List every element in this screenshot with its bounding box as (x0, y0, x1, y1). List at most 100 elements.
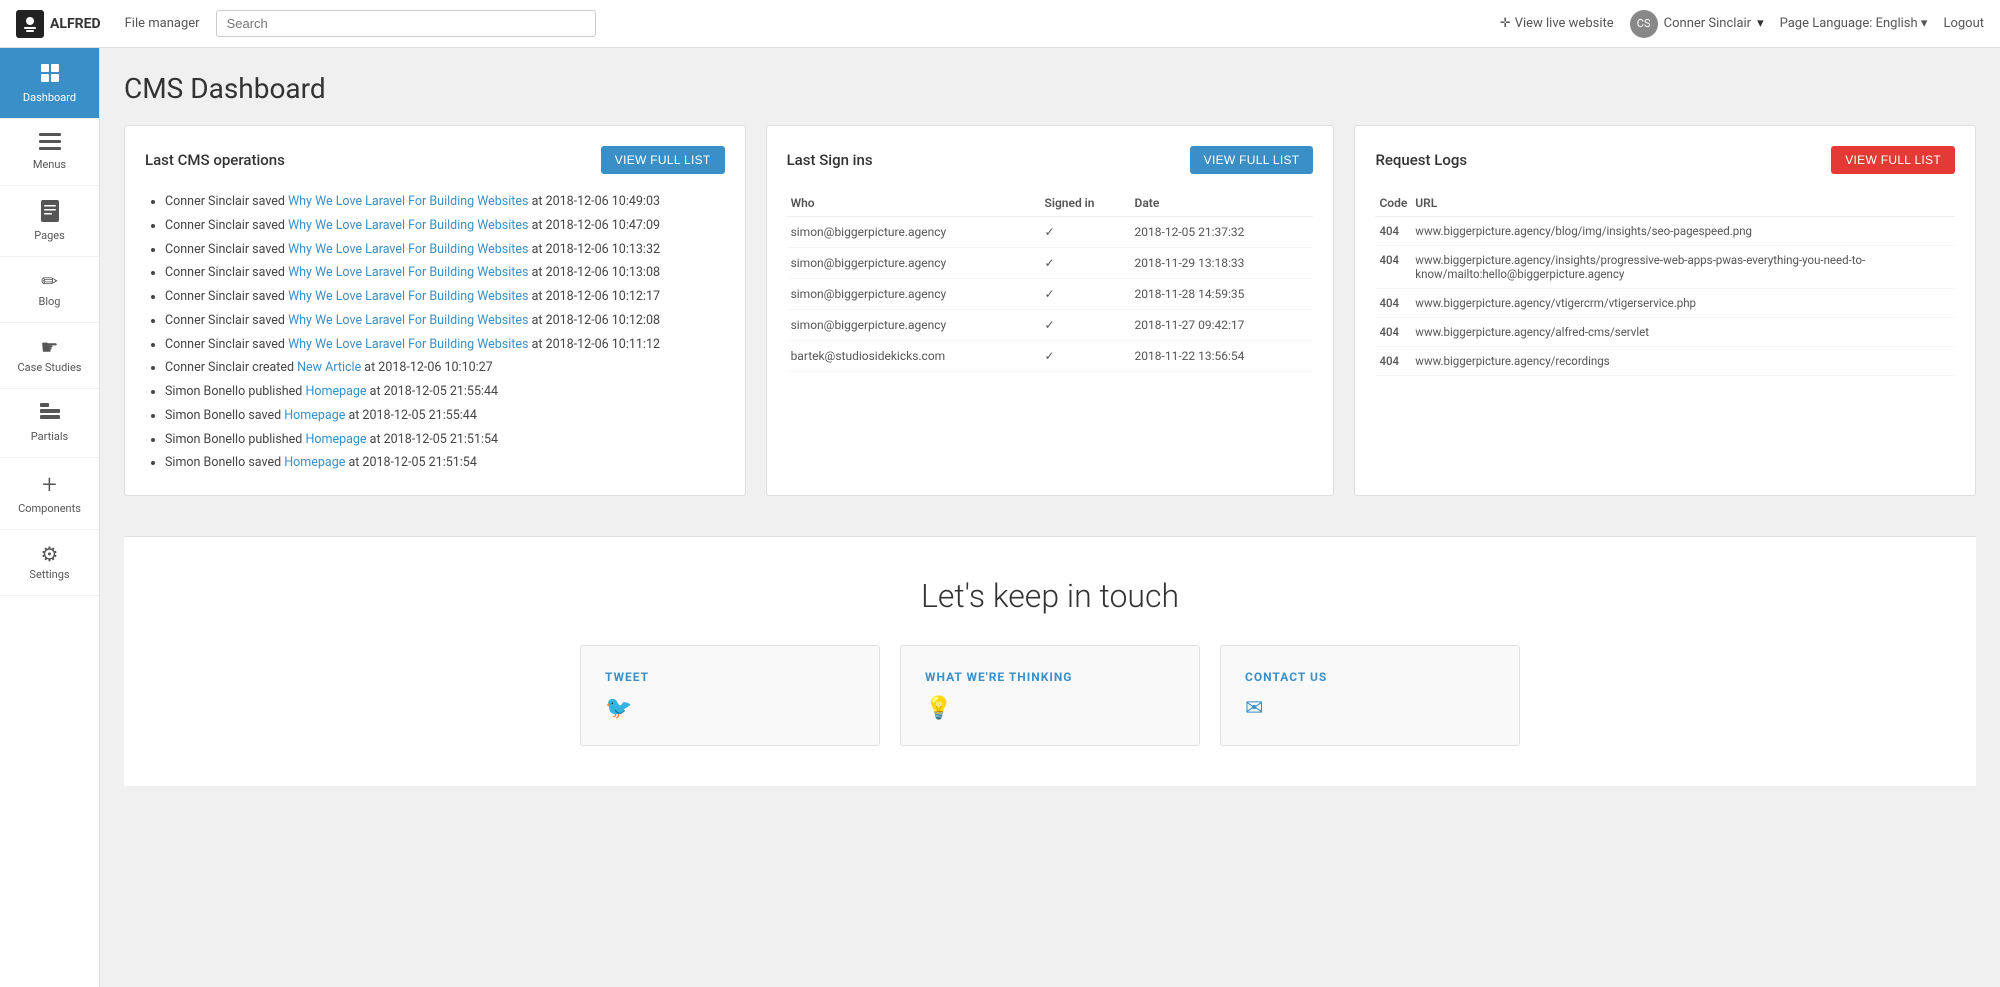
sign-in-check: ✓ (1041, 279, 1131, 310)
table-row: 404 www.biggerpicture.agency/recordings (1375, 347, 1955, 376)
logo[interactable]: ALFRED (16, 10, 101, 38)
sidebar-item-pages[interactable]: Pages (0, 186, 99, 257)
settings-icon: ⚙ (41, 544, 59, 564)
cms-op-link[interactable]: Why We Love Laravel For Building Website… (288, 218, 528, 233)
list-item: Conner Sinclair saved Why We Love Larave… (165, 261, 725, 285)
sign-in-check: ✓ (1041, 217, 1131, 248)
list-item: Simon Bonello saved Homepage at 2018-12-… (165, 404, 725, 428)
sidebar: Dashboard Menus Pages (0, 48, 100, 987)
menus-icon (39, 133, 61, 154)
sidebar-item-blog[interactable]: ✏ Blog (0, 257, 99, 323)
request-code: 404 (1375, 246, 1411, 289)
cms-op-link[interactable]: Homepage (305, 432, 366, 447)
logout-link[interactable]: Logout (1943, 16, 1984, 31)
sidebar-label-menus: Menus (33, 158, 66, 171)
sign-in-check: ✓ (1041, 341, 1131, 372)
list-item: Conner Sinclair saved Why We Love Larave… (165, 238, 725, 262)
sidebar-item-partials[interactable]: Partials (0, 389, 99, 458)
logo-text: ALFRED (50, 16, 101, 32)
sign-in-date: 2018-12-05 21:37:32 (1131, 217, 1314, 248)
list-item: Simon Bonello saved Homepage at 2018-12-… (165, 451, 725, 475)
sign-in-check: ✓ (1041, 248, 1131, 279)
cms-operations-view-full-btn[interactable]: VIEW FULL LIST (601, 146, 725, 174)
sign-ins-col-signed-in: Signed in (1041, 190, 1131, 217)
search-input[interactable] (216, 10, 596, 37)
cms-operations-card: Last CMS operations VIEW FULL LIST Conne… (124, 125, 746, 496)
sign-ins-view-full-btn[interactable]: VIEW FULL LIST (1190, 146, 1314, 174)
footer-title: Let's keep in touch (144, 577, 1956, 615)
request-code: 404 (1375, 217, 1411, 246)
sign-ins-title: Last Sign ins (787, 151, 873, 169)
request-logs-col-code: Code (1375, 190, 1411, 217)
footer-card-title-contact: CONTACT US (1245, 670, 1495, 684)
cms-op-link[interactable]: Why We Love Laravel For Building Website… (288, 194, 528, 209)
request-code: 404 (1375, 347, 1411, 376)
request-logs-title: Request Logs (1375, 151, 1467, 169)
sign-in-who: simon@biggerpicture.agency (787, 310, 1041, 341)
footer-card-thinking: WHAT WE'RE THINKING 💡 (900, 645, 1200, 746)
sign-in-who: simon@biggerpicture.agency (787, 217, 1041, 248)
table-row: simon@biggerpicture.agency ✓ 2018-11-28 … (787, 279, 1314, 310)
table-row: 404 www.biggerpicture.agency/alfred-cms/… (1375, 318, 1955, 347)
sidebar-label-blog: Blog (39, 295, 61, 308)
main-content: CMS Dashboard Last CMS operations VIEW F… (100, 48, 2000, 987)
top-nav: ALFRED File manager ✛ View live website … (0, 0, 2000, 48)
sidebar-item-menus[interactable]: Menus (0, 119, 99, 186)
footer-card-title-thinking: WHAT WE'RE THINKING (925, 670, 1175, 684)
table-row: 404 www.biggerpicture.agency/blog/img/in… (1375, 217, 1955, 246)
sign-in-check: ✓ (1041, 310, 1131, 341)
user-name: Conner Sinclair (1664, 16, 1751, 31)
sign-ins-col-date: Date (1131, 190, 1314, 217)
table-row: simon@biggerpicture.agency ✓ 2018-11-27 … (787, 310, 1314, 341)
list-item: Conner Sinclair created New Article at 2… (165, 356, 725, 380)
cards-row: Last CMS operations VIEW FULL LIST Conne… (124, 125, 1976, 496)
footer-cards: TWEET 🐦 WHAT WE'RE THINKING 💡 CONTACT US… (144, 645, 1956, 746)
sidebar-item-case-studies[interactable]: ☛ Case Studies (0, 323, 99, 389)
components-icon: + (42, 472, 57, 498)
sign-in-who: bartek@studiosidekicks.com (787, 341, 1041, 372)
sidebar-label-case-studies: Case Studies (18, 361, 82, 374)
search-container (216, 10, 596, 37)
table-row: simon@biggerpicture.agency ✓ 2018-12-05 … (787, 217, 1314, 248)
request-url: www.biggerpicture.agency/blog/img/insigh… (1411, 217, 1955, 246)
list-item: Conner Sinclair saved Why We Love Larave… (165, 285, 725, 309)
cms-op-link[interactable]: Why We Love Laravel For Building Website… (288, 337, 528, 352)
request-logs-col-url: URL (1411, 190, 1955, 217)
sign-ins-table: Who Signed in Date simon@biggerpicture.a… (787, 190, 1314, 372)
sign-in-date: 2018-11-27 09:42:17 (1131, 310, 1314, 341)
file-manager-link[interactable]: File manager (125, 16, 200, 31)
sidebar-label-partials: Partials (31, 430, 68, 443)
sidebar-label-pages: Pages (34, 229, 65, 242)
sign-ins-header: Last Sign ins VIEW FULL LIST (787, 146, 1314, 174)
cms-operations-header: Last CMS operations VIEW FULL LIST (145, 146, 725, 174)
cms-op-link[interactable]: Homepage (284, 455, 345, 470)
footer-card-contact: CONTACT US ✉ (1220, 645, 1520, 746)
cms-op-link[interactable]: Why We Love Laravel For Building Website… (288, 289, 528, 304)
list-item: Simon Bonello published Homepage at 2018… (165, 428, 725, 452)
view-live-label: View live website (1515, 16, 1614, 31)
cms-op-link[interactable]: Why We Love Laravel For Building Website… (288, 313, 528, 328)
sidebar-label-components: Components (18, 502, 81, 515)
user-menu[interactable]: CS Conner Sinclair ▾ (1630, 10, 1764, 38)
sidebar-label-dashboard: Dashboard (23, 91, 76, 104)
cms-op-link[interactable]: Homepage (284, 408, 345, 423)
sign-in-who: simon@biggerpicture.agency (787, 248, 1041, 279)
page-title: CMS Dashboard (124, 72, 1976, 105)
request-code: 404 (1375, 318, 1411, 347)
cms-op-link[interactable]: Homepage (305, 384, 366, 399)
table-row: 404 www.biggerpicture.agency/vtigercrm/v… (1375, 289, 1955, 318)
page-language[interactable]: Page Language: English ▾ (1780, 16, 1928, 31)
footer-card-tweet: TWEET 🐦 (580, 645, 880, 746)
table-row: simon@biggerpicture.agency ✓ 2018-11-29 … (787, 248, 1314, 279)
request-code: 404 (1375, 289, 1411, 318)
sidebar-item-settings[interactable]: ⚙ Settings (0, 530, 99, 596)
footer-card-icon-tweet: 🐦 (605, 696, 855, 721)
sidebar-item-dashboard[interactable]: Dashboard (0, 48, 99, 119)
sidebar-item-components[interactable]: + Components (0, 458, 99, 530)
view-live-link[interactable]: ✛ View live website (1500, 16, 1614, 31)
layout: Dashboard Menus Pages (0, 48, 2000, 987)
cms-op-link[interactable]: New Article (297, 360, 361, 375)
cms-op-link[interactable]: Why We Love Laravel For Building Website… (288, 265, 528, 280)
request-logs-view-full-btn[interactable]: VIEW FULL LIST (1831, 146, 1955, 174)
cms-op-link[interactable]: Why We Love Laravel For Building Website… (288, 242, 528, 257)
